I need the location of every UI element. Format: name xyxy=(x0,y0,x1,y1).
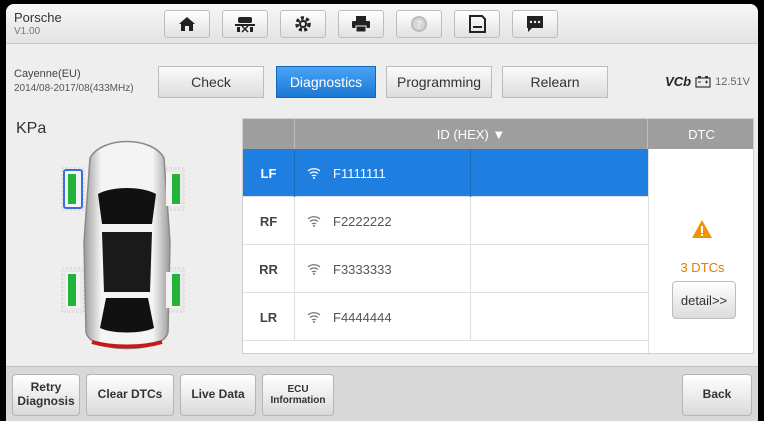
battery-voltage: 12.51V xyxy=(715,75,750,88)
app-version: V1.00 xyxy=(14,26,41,37)
table-row[interactable]: RR F3333333 xyxy=(243,245,648,293)
vci-status: VCb 12.51V xyxy=(665,74,750,89)
warning-icon xyxy=(692,220,712,238)
clear-dtcs-button[interactable]: Clear DTCs xyxy=(86,374,174,416)
sensor-id-text: F1111111 xyxy=(333,165,386,181)
row-position: RF xyxy=(243,197,295,245)
table-header: ID (HEX) ▼ DTC xyxy=(243,119,753,149)
dtc-count: 3 DTCs xyxy=(680,260,725,275)
retry-diagnosis-button[interactable]: Retry Diagnosis xyxy=(12,374,80,416)
vehicle-tire-diagram xyxy=(61,140,185,350)
table-row[interactable]: LR F4444444 xyxy=(243,293,648,341)
row-sensor-id: F4444444 xyxy=(295,293,471,341)
ecu-information-button[interactable]: ECU Information xyxy=(262,374,334,416)
tab-programming[interactable]: Programming xyxy=(386,66,492,98)
back-button[interactable]: Back xyxy=(682,374,752,416)
help-icon: ? xyxy=(411,16,427,32)
row-position: RR xyxy=(243,245,295,293)
header-dtc: DTC xyxy=(688,126,715,142)
gear-icon xyxy=(295,16,311,32)
footer-bar: Retry Diagnosis Clear DTCs Live Data ECU… xyxy=(6,366,758,421)
battery-icon xyxy=(695,75,711,88)
wifi-icon xyxy=(307,264,321,275)
sensor-id-text: F2222222 xyxy=(333,213,392,229)
print-button[interactable] xyxy=(338,10,384,38)
app-title: Porsche xyxy=(14,10,62,25)
pressure-unit-label: KPa xyxy=(16,120,47,137)
message-button[interactable] xyxy=(512,10,558,38)
printer-icon xyxy=(352,16,370,33)
vehicle-lift-icon xyxy=(235,17,255,33)
settings-button[interactable] xyxy=(280,10,326,38)
sensor-table: ID (HEX) ▼ DTC LF F1111111 RF F2222222 R… xyxy=(242,118,754,354)
sensor-id-text: F3333333 xyxy=(333,261,392,277)
home-icon xyxy=(179,17,195,31)
vehicle-info-bar: Cayenne(EU) 2014/08-2017/08(433MHz) Chec… xyxy=(6,66,758,102)
sensor-id-text: F4444444 xyxy=(333,309,392,325)
home-button[interactable] xyxy=(164,10,210,38)
tab-diagnostics[interactable]: Diagnostics xyxy=(276,66,376,98)
table-row[interactable]: RF F2222222 xyxy=(243,197,648,245)
row-sensor-id: F2222222 xyxy=(295,197,471,245)
header-id-hex[interactable]: ID (HEX) ▼ xyxy=(295,119,648,149)
table-row[interactable]: LF F1111111 xyxy=(243,149,648,197)
help-button[interactable]: ? xyxy=(396,10,442,38)
row-position: LR xyxy=(243,293,295,341)
detail-button[interactable]: detail>> xyxy=(672,281,736,319)
svg-text:?: ? xyxy=(416,20,421,31)
vci-logo: VCb xyxy=(665,74,692,89)
wifi-icon xyxy=(307,216,321,227)
vehicle-name: Cayenne(EU) xyxy=(14,68,81,80)
header-bar: Porsche V1.00 ? xyxy=(6,4,758,44)
wifi-icon xyxy=(307,168,321,179)
vehicle-range: 2014/08-2017/08(433MHz) xyxy=(14,83,134,94)
dtc-column: 3 DTCs detail>> xyxy=(648,149,753,353)
row-position: LF xyxy=(243,149,295,197)
tab-relearn[interactable]: Relearn xyxy=(502,66,608,98)
tab-check[interactable]: Check xyxy=(158,66,264,98)
live-data-button[interactable]: Live Data xyxy=(180,374,256,416)
save-icon xyxy=(469,15,486,33)
app-window: Porsche V1.00 ? Cayenne(EU) 2014/08-2017… xyxy=(6,4,758,421)
message-icon xyxy=(527,16,543,32)
row-sensor-id: F1111111 xyxy=(295,149,471,197)
vehicle-lift-button[interactable] xyxy=(222,10,268,38)
row-sensor-id: F3333333 xyxy=(295,245,471,293)
header-position xyxy=(243,119,295,149)
wifi-icon xyxy=(307,312,321,323)
save-button[interactable] xyxy=(454,10,500,38)
